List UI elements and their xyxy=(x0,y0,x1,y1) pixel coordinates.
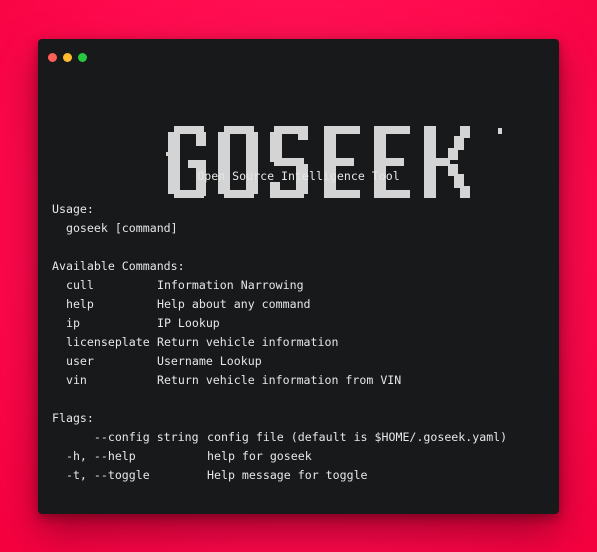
flag-name: -h, --help xyxy=(52,449,136,463)
flag-row: -t, --toggle Help message for toggle xyxy=(52,466,507,485)
window-controls xyxy=(48,53,87,62)
flag-row: -h, --help help for goseek xyxy=(52,447,507,466)
flags-heading: Flags: xyxy=(52,411,94,425)
command-desc: Return vehicle information from VIN xyxy=(156,373,402,387)
flag-row: --config string config file (default is $… xyxy=(52,428,507,447)
goseek-logo xyxy=(166,122,502,204)
help-output: Usage: goseek [command] Available Comman… xyxy=(52,200,507,485)
command-desc: Return vehicle information xyxy=(156,335,339,349)
usage-line: goseek [command] xyxy=(52,221,178,235)
command-desc: Help about any command xyxy=(156,297,311,311)
command-desc: Username Lookup xyxy=(156,354,262,368)
usage-heading: Usage: xyxy=(52,202,94,216)
command-name: help xyxy=(65,297,94,311)
flag-desc: config file (default is $HOME/.goseek.ya… xyxy=(207,430,508,444)
command-row: licenseplate Return vehicle information xyxy=(52,333,507,352)
command-name: cull xyxy=(65,278,94,292)
command-desc: IP Lookup xyxy=(156,316,220,330)
command-name: vin xyxy=(65,373,87,387)
command-row: vin Return vehicle information from VIN xyxy=(52,371,507,390)
command-row: help Help about any command xyxy=(52,295,507,314)
command-name: licenseplate xyxy=(65,335,150,349)
command-row: cull Information Narrowing xyxy=(52,276,507,295)
command-name: ip xyxy=(65,316,80,330)
command-row: ip IP Lookup xyxy=(52,314,507,333)
command-desc: Information Narrowing xyxy=(156,278,304,292)
commands-heading: Available Commands: xyxy=(52,259,185,273)
flag-name: --config string xyxy=(52,430,199,444)
minimize-button[interactable] xyxy=(63,53,72,62)
tagline: Open Source Intelligence Tool xyxy=(197,169,400,183)
command-row: user Username Lookup xyxy=(52,352,507,371)
flag-desc: Help message for toggle xyxy=(207,468,368,482)
maximize-button[interactable] xyxy=(78,53,87,62)
terminal-window: Open Source Intelligence Tool Usage: gos… xyxy=(38,39,559,514)
command-name: user xyxy=(65,354,94,368)
flag-desc: help for goseek xyxy=(207,449,312,463)
flag-name: -t, --toggle xyxy=(52,468,150,482)
close-button[interactable] xyxy=(48,53,57,62)
